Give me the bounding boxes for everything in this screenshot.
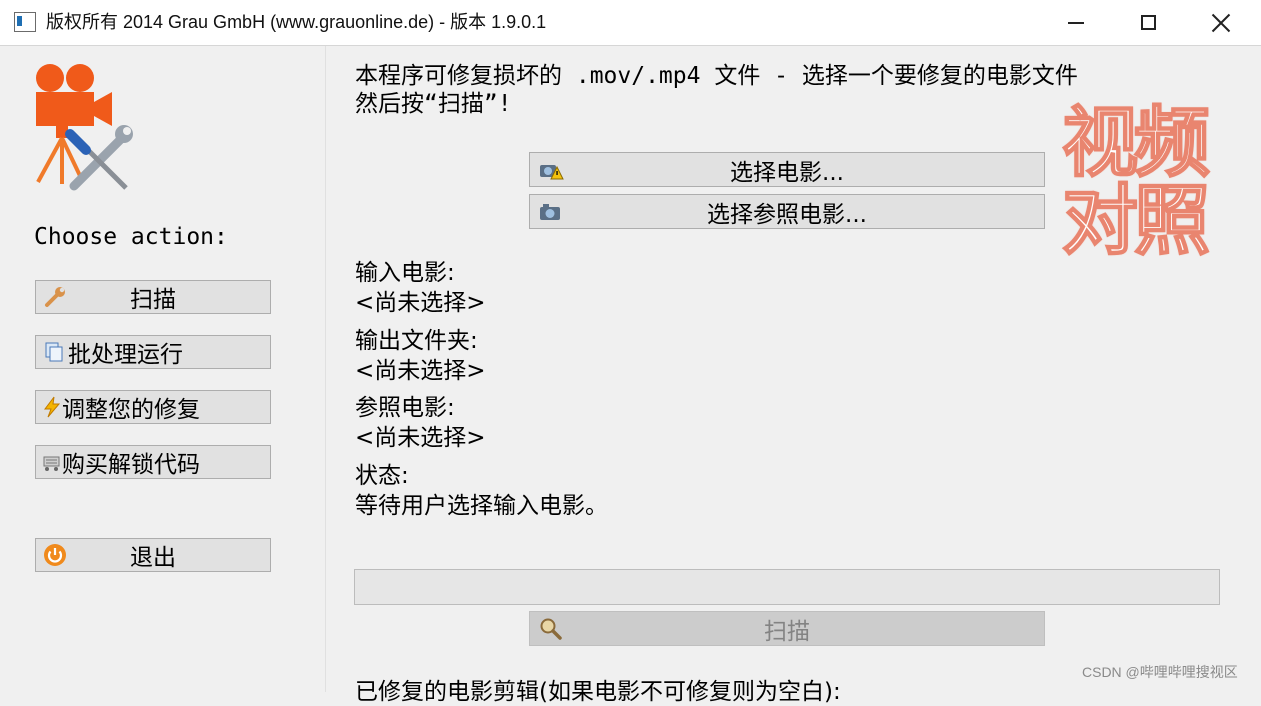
overlay-line-1: 视频 xyxy=(1061,98,1211,187)
camera-warning-icon xyxy=(538,158,564,182)
select-movie-button[interactable]: 选择电影... xyxy=(529,152,1045,187)
output-folder-label: 输出文件夹: xyxy=(355,328,478,354)
intro-line-1: 本程序可修复损坏的 .mov/.mp4 文件 - 选择一个要修复的电影文件 xyxy=(355,63,1078,89)
buy-unlock-code-button[interactable]: 购买解锁代码 xyxy=(35,445,271,479)
batch-run-button[interactable]: 批处理运行 xyxy=(35,335,271,369)
status-section: 状态: 等待用户选择输入电影。 xyxy=(355,461,608,521)
minimize-button[interactable] xyxy=(1040,0,1112,45)
scan-side-button[interactable]: 扫描 xyxy=(35,280,271,314)
lightning-icon xyxy=(42,394,62,420)
title-bar: 版权所有 2014 Grau GmbH (www.grauonline.de) … xyxy=(0,0,1261,46)
input-movie-section: 输入电影: <尚未选择> xyxy=(355,258,486,318)
select-reference-movie-label: 选择参照电影... xyxy=(707,201,867,228)
output-folder-value: <尚未选择> xyxy=(355,358,486,384)
close-icon xyxy=(1211,13,1231,33)
maximize-button[interactable] xyxy=(1112,0,1184,45)
close-button[interactable] xyxy=(1185,0,1257,45)
choose-action-label: Choose action: xyxy=(34,224,228,250)
overlay-line-2: 对照 xyxy=(1061,176,1211,265)
status-value: 等待用户选择输入电影。 xyxy=(355,493,608,519)
scan-side-button-label: 扫描 xyxy=(130,287,176,313)
magnifier-icon xyxy=(538,617,564,641)
app-icon xyxy=(14,12,36,32)
select-movie-label: 选择电影... xyxy=(730,159,844,186)
exit-button[interactable]: 退出 xyxy=(35,538,271,572)
scan-button-label: 扫描 xyxy=(764,618,810,645)
buy-unlock-code-label: 购买解锁代码 xyxy=(62,452,200,478)
scan-button[interactable]: 扫描 xyxy=(529,611,1045,646)
window-title: 版权所有 2014 Grau GmbH (www.grauonline.de) … xyxy=(46,12,547,32)
repaired-clip-label: 已修复的电影剪辑(如果电影不可修复则为空白): xyxy=(355,679,841,705)
reference-movie-label: 参照电影: xyxy=(355,395,455,421)
reference-movie-value: <尚未选择> xyxy=(355,425,486,451)
output-folder-section: 输出文件夹: <尚未选择> xyxy=(355,326,486,386)
select-reference-movie-button[interactable]: 选择参照电影... xyxy=(529,194,1045,229)
input-movie-value: <尚未选择> xyxy=(355,290,486,316)
batch-pages-icon xyxy=(42,339,68,365)
video-compare-overlay-text: 视频 对照 xyxy=(1061,98,1232,265)
progress-bar xyxy=(354,569,1220,605)
exit-button-label: 退出 xyxy=(130,545,176,571)
csdn-watermark: CSDN @哔哩哔哩搜视区 xyxy=(1082,664,1238,680)
status-label: 状态: xyxy=(355,463,409,489)
adjust-repair-button[interactable]: 调整您的修复 xyxy=(35,390,271,424)
cart-icon xyxy=(42,449,62,475)
maximize-icon xyxy=(1140,15,1156,30)
adjust-repair-label: 调整您的修复 xyxy=(62,397,200,423)
camera-icon xyxy=(538,200,564,224)
movie-camera-repair-logo-icon xyxy=(36,64,133,191)
input-movie-label: 输入电影: xyxy=(355,260,455,286)
power-icon xyxy=(42,542,68,568)
reference-movie-section: 参照电影: <尚未选择> xyxy=(355,393,486,453)
minimize-icon xyxy=(1068,21,1084,24)
wrench-icon xyxy=(42,284,68,310)
batch-run-label: 批处理运行 xyxy=(68,342,183,368)
